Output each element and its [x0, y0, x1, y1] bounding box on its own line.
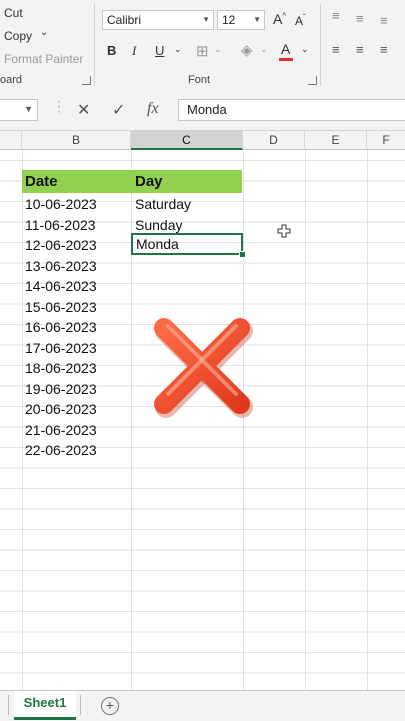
date-cell[interactable]: 15-06-2023 — [25, 299, 97, 315]
ribbon-separator — [94, 4, 95, 86]
date-cell[interactable]: 12-06-2023 — [25, 237, 97, 253]
column-header-a[interactable] — [0, 131, 22, 150]
font-size-box[interactable]: 12 ▼ — [217, 10, 265, 30]
red-cross-mark-icon — [154, 318, 253, 418]
bold-button[interactable]: B — [107, 43, 116, 58]
clipboard-group-label: oard — [0, 74, 23, 86]
insert-function-icon[interactable]: fx — [147, 100, 159, 118]
font-color-letter: A — [281, 41, 291, 57]
cancel-icon[interactable]: ✕ — [77, 100, 90, 120]
ribbon-separator — [320, 4, 321, 86]
chevron-down-icon[interactable]: ⌄ — [174, 44, 182, 55]
date-cell[interactable]: 21-06-2023 — [25, 422, 97, 438]
underline-button[interactable]: U — [155, 43, 164, 58]
tab-separator — [8, 695, 9, 715]
fill-handle[interactable] — [239, 251, 246, 258]
enter-icon[interactable]: ✓ — [112, 100, 125, 120]
gridline — [367, 150, 368, 690]
name-box[interactable]: ▼ — [0, 99, 38, 121]
date-cell[interactable]: 11-06-2023 — [25, 217, 96, 233]
ribbon: Cut Copy ⌄ Format Painter oard Calibri ▼… — [0, 0, 405, 91]
align-center-icon[interactable]: ≡ — [356, 42, 364, 57]
shrink-font-letter: A — [295, 14, 304, 28]
column-header-d[interactable]: D — [243, 131, 305, 150]
copy-button[interactable]: Copy — [4, 29, 32, 43]
formula-input[interactable]: Monda — [178, 99, 405, 121]
date-cell[interactable]: 17-06-2023 — [25, 340, 97, 356]
header-date[interactable]: Date — [25, 173, 58, 190]
date-cell[interactable]: 10-06-2023 — [25, 196, 97, 212]
align-top-icon[interactable]: ≡ — [332, 8, 340, 23]
sheet-tab-sheet1[interactable]: Sheet1 — [14, 691, 76, 720]
font-name-value: Calibri — [107, 13, 142, 27]
tab-separator — [80, 695, 81, 715]
clipboard-launcher-icon[interactable] — [82, 76, 91, 85]
active-cell-editor[interactable]: Monda — [131, 233, 243, 255]
align-right-icon[interactable]: ≡ — [380, 42, 388, 57]
font-color-swatch — [279, 58, 293, 61]
gridline — [131, 150, 132, 690]
column-header-e[interactable]: E — [305, 131, 367, 150]
sheet-tab-bar: Sheet1 + — [0, 690, 405, 721]
font-size-value: 12 — [222, 13, 236, 27]
date-cell[interactable]: 20-06-2023 — [25, 401, 97, 417]
chevron-down-icon[interactable]: ⌄ — [260, 44, 268, 55]
fill-color-icon[interactable]: ◈ — [241, 41, 253, 59]
day-cell[interactable]: Sunday — [135, 217, 182, 233]
column-header-c[interactable]: C — [131, 131, 243, 150]
chevron-down-icon[interactable]: ▼ — [253, 11, 261, 29]
column-header-b[interactable]: B — [22, 131, 131, 150]
italic-button[interactable]: I — [132, 43, 136, 59]
date-cell[interactable]: 13-06-2023 — [25, 258, 97, 274]
caret-up-icon: ^ — [282, 11, 287, 21]
header-day[interactable]: Day — [135, 173, 163, 190]
font-color-button[interactable]: A — [279, 41, 293, 61]
align-middle-icon[interactable]: ≡ — [356, 11, 364, 26]
shrink-font-button[interactable]: Aˇ — [295, 13, 306, 28]
font-name-box[interactable]: Calibri ▼ — [102, 10, 214, 30]
gridline — [305, 150, 306, 690]
align-left-icon[interactable]: ≡ — [332, 42, 340, 57]
chevron-down-icon[interactable]: ⌄ — [214, 44, 222, 55]
add-sheet-icon[interactable]: + — [101, 697, 119, 715]
cut-button[interactable]: Cut — [4, 6, 23, 20]
formula-bar: ▼ ⋮ ✕ ✓ fx Monda — [0, 90, 405, 131]
align-bottom-icon[interactable]: ≡ — [380, 13, 388, 28]
day-cell[interactable]: Saturday — [135, 196, 191, 212]
chevron-down-icon[interactable]: ▼ — [24, 104, 33, 114]
format-painter-button[interactable]: Format Painter — [4, 52, 83, 66]
font-group-label: Font — [188, 74, 211, 86]
grow-font-letter: A — [273, 11, 283, 27]
column-header-f[interactable]: F — [367, 131, 405, 150]
date-cell[interactable]: 14-06-2023 — [25, 278, 97, 294]
grow-font-button[interactable]: A^ — [273, 11, 286, 27]
caret-down-icon: ˇ — [303, 13, 306, 22]
date-cell[interactable]: 18-06-2023 — [25, 360, 97, 376]
date-cell[interactable]: 16-06-2023 — [25, 319, 97, 335]
date-cell[interactable]: 19-06-2023 — [25, 381, 97, 397]
gridline — [22, 150, 23, 690]
chevron-down-icon[interactable]: ▼ — [202, 11, 210, 29]
gridline — [243, 150, 244, 690]
date-cell[interactable]: 22-06-2023 — [25, 442, 97, 458]
cell-select-cursor-icon — [277, 224, 291, 238]
chevron-down-icon[interactable]: ⌄ — [301, 44, 309, 55]
copy-dropdown-icon[interactable]: ⌄ — [40, 27, 48, 38]
borders-icon[interactable]: ⊞ — [196, 42, 209, 60]
formula-bar-grip-icon: ⋮ — [52, 98, 66, 114]
font-launcher-icon[interactable] — [308, 76, 317, 85]
